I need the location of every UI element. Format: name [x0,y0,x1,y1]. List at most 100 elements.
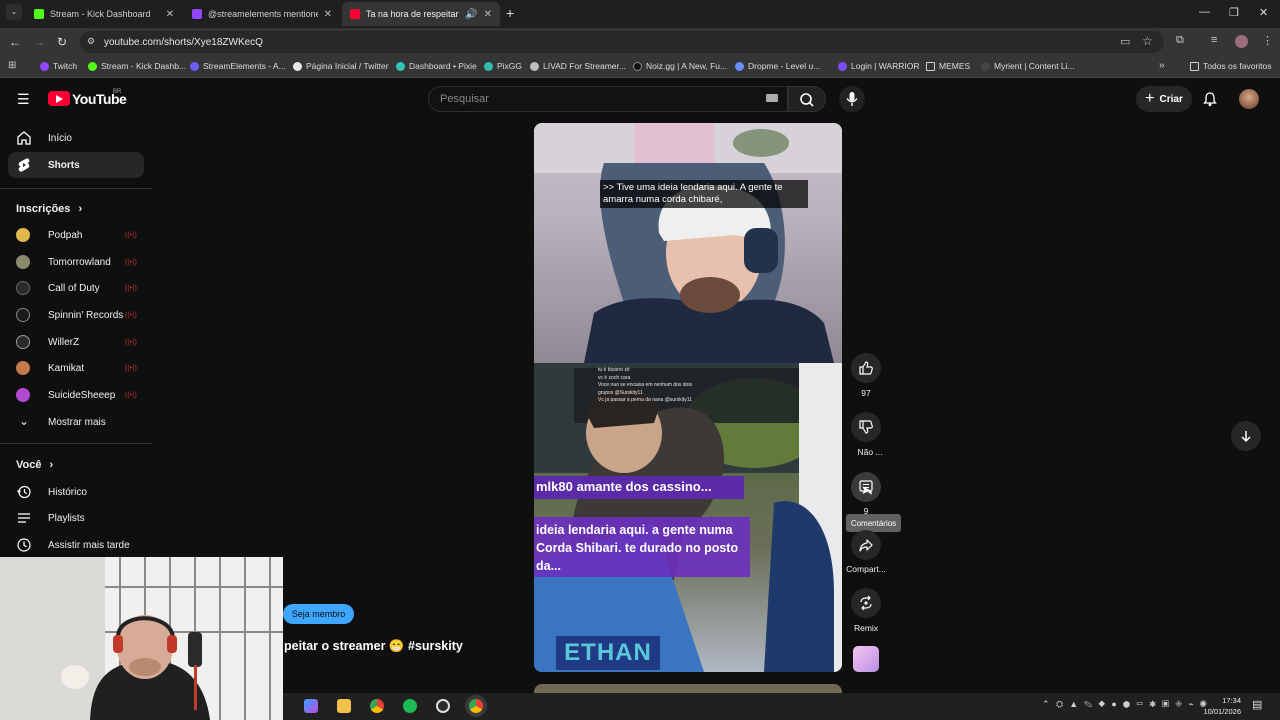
notifications-bell-icon[interactable] [1202,91,1218,107]
tab-close-icon[interactable]: ✕ [484,9,492,20]
bookmark-item[interactable]: Twitch [40,61,77,71]
sidebar-channel-willerz[interactable]: WillerZ ((•)) [8,329,144,355]
sidebar-item-history[interactable]: Histórico [8,479,144,505]
youtube-icon [350,9,360,19]
apps-icon[interactable]: ⊞ [8,60,16,71]
forward-icon[interactable]: → [33,35,45,49]
bookmark-item[interactable]: Noiz.gg | A New, Fu... [633,61,727,71]
back-icon[interactable]: ← [9,35,21,49]
bookmark-item[interactable]: Dropme - Level u... [735,61,820,71]
dislike-button[interactable] [851,412,881,442]
more-bookmarks-icon[interactable]: » [1159,60,1165,71]
history-icon [17,485,31,499]
sound-thumbnail[interactable] [853,646,879,672]
file-explorer-icon[interactable] [337,699,351,713]
webcam-overlay [0,557,283,720]
chevron-right-icon: › [49,459,54,471]
voice-search-button[interactable] [839,86,865,112]
account-avatar[interactable] [1239,89,1259,109]
live-icon: ((•)) [125,312,137,319]
create-button[interactable]: + Criar [1136,86,1192,112]
mic-icon [846,92,858,106]
like-button[interactable] [851,353,881,383]
tab-close-icon[interactable]: ✕ [166,9,174,20]
tab-audio-icon[interactable]: 🔊 [465,9,477,20]
thumbs-down-icon [859,420,873,434]
reload-icon[interactable]: ↻ [57,35,67,49]
join-membership-button[interactable]: Seja membro [283,604,354,624]
extensions-icon[interactable]: ⧉ [1176,34,1184,47]
chrome-active-icon[interactable] [469,699,483,713]
chevron-right-icon: › [78,203,83,215]
bookmark-item[interactable]: LIVAD For Streamer... [530,61,626,71]
bookmark-item[interactable]: StreamElements - A... [190,61,286,71]
all-bookmarks-folder[interactable]: Todos os favoritos [1190,61,1272,71]
sidebar-channel-tomorrowland[interactable]: Tomorrowland ((•)) [8,249,144,275]
bookmark-item[interactable]: Stream - Kick Dashb... [88,61,186,71]
sidebar-channel-call-of-duty[interactable]: Call of Duty ((•)) [8,275,144,301]
sidebar-item-watch-later[interactable]: Assistir mais tarde [8,532,144,558]
bookmark-item[interactable]: Login | WARRIOR [838,61,920,71]
keyboard-icon[interactable] [766,94,778,102]
playlists-icon [18,513,30,523]
remix-button[interactable] [851,588,881,618]
like-count: 97 [861,388,871,398]
sidebar-item-playlists[interactable]: Playlists [8,505,144,531]
hamburger-menu-icon[interactable]: ☰ [17,91,30,108]
browser-tab[interactable]: Stream - Kick Dashboard ✕ [26,2,182,26]
twitch-icon [40,61,49,71]
tab-close-icon[interactable]: ✕ [324,9,332,20]
sidebar-channel-suicidesheeep[interactable]: SuicideSheeep ((•)) [8,382,144,408]
profile-icon[interactable] [1235,35,1248,48]
thumbs-up-icon [859,361,873,375]
spotify-icon[interactable] [403,699,417,713]
channel-avatar [16,228,30,242]
chat-line: grupos @Surskity11 [598,389,643,396]
bookmark-folder[interactable]: MEMES [926,61,970,71]
channel-avatar [16,255,30,269]
sidebar-channel-podpah[interactable]: Podpah ((•)) [8,222,144,248]
live-icon: ((•)) [125,365,137,372]
copilot-icon[interactable] [304,699,318,713]
you-heading[interactable]: Você › [16,459,53,471]
system-tray-chevron-icon[interactable]: ⌃ [1042,699,1050,710]
search-button[interactable] [788,86,826,112]
folder-icon [1190,61,1199,71]
sidebar-channel-spinnin-records[interactable]: Spinnin' Records ((•)) [8,302,144,328]
browser-menu-icon[interactable]: ⋮ [1262,34,1273,47]
share-icon [859,539,873,552]
subscriptions-heading[interactable]: Inscrições › [16,203,82,215]
bookmark-item[interactable]: Myrient | Content Li... [981,61,1075,71]
sidebar-item-home[interactable]: Início [8,125,144,151]
search-icon [800,93,814,107]
taskbar-clock[interactable]: 17:34 10/01/2026 [1197,695,1241,717]
chrome-icon[interactable] [370,699,384,713]
sidebar-channel-kamikat[interactable]: Kamikat ((•)) [8,355,144,381]
bookmark-star-icon[interactable]: ☆ [1142,34,1153,48]
browser-tab-active[interactable]: Ta na hora de respeitar o st 🔊 ✕ [342,2,500,26]
bookmark-item[interactable]: Dashboard • Pixie [396,61,477,71]
bookmark-item[interactable]: PixGG [484,61,522,71]
minimize-icon[interactable]: — [1199,6,1210,18]
sidebar-item-label: Shorts [48,160,80,171]
browser-tab[interactable]: @streamelements mentione ✕ [184,2,340,26]
obs-icon[interactable] [436,699,450,713]
bookmark-item[interactable]: Página Inicial / Twitter [293,61,389,71]
sidebar-item-shorts[interactable]: Shorts [8,152,144,178]
close-window-icon[interactable]: ✕ [1259,6,1268,19]
notifications-icon[interactable]: ▤ [1252,698,1262,711]
create-label: Criar [1159,93,1183,105]
tray-icons[interactable]: ⛭▲✎◆●⬢▭✱▣◈⌁◉ [1056,699,1213,710]
tab-search-dropdown-icon[interactable]: ⌄ [6,4,22,20]
search-input[interactable] [440,90,760,108]
url-text[interactable]: youtube.com/shorts/Xye18ZWKecQ [104,37,263,48]
share-button[interactable] [851,530,881,560]
site-info-icon[interactable]: ⚙ [87,36,95,47]
restore-icon[interactable]: ❐ [1229,6,1239,19]
next-short-button[interactable] [1231,421,1261,451]
sidebar-show-more[interactable]: ⌄ Mostrar mais [8,409,144,435]
cast-icon[interactable]: ▭ [1120,35,1130,48]
new-tab-button[interactable]: + [506,5,514,21]
comments-tooltip: Comentários [846,514,901,532]
media-icon[interactable]: ≡ [1211,34,1217,46]
